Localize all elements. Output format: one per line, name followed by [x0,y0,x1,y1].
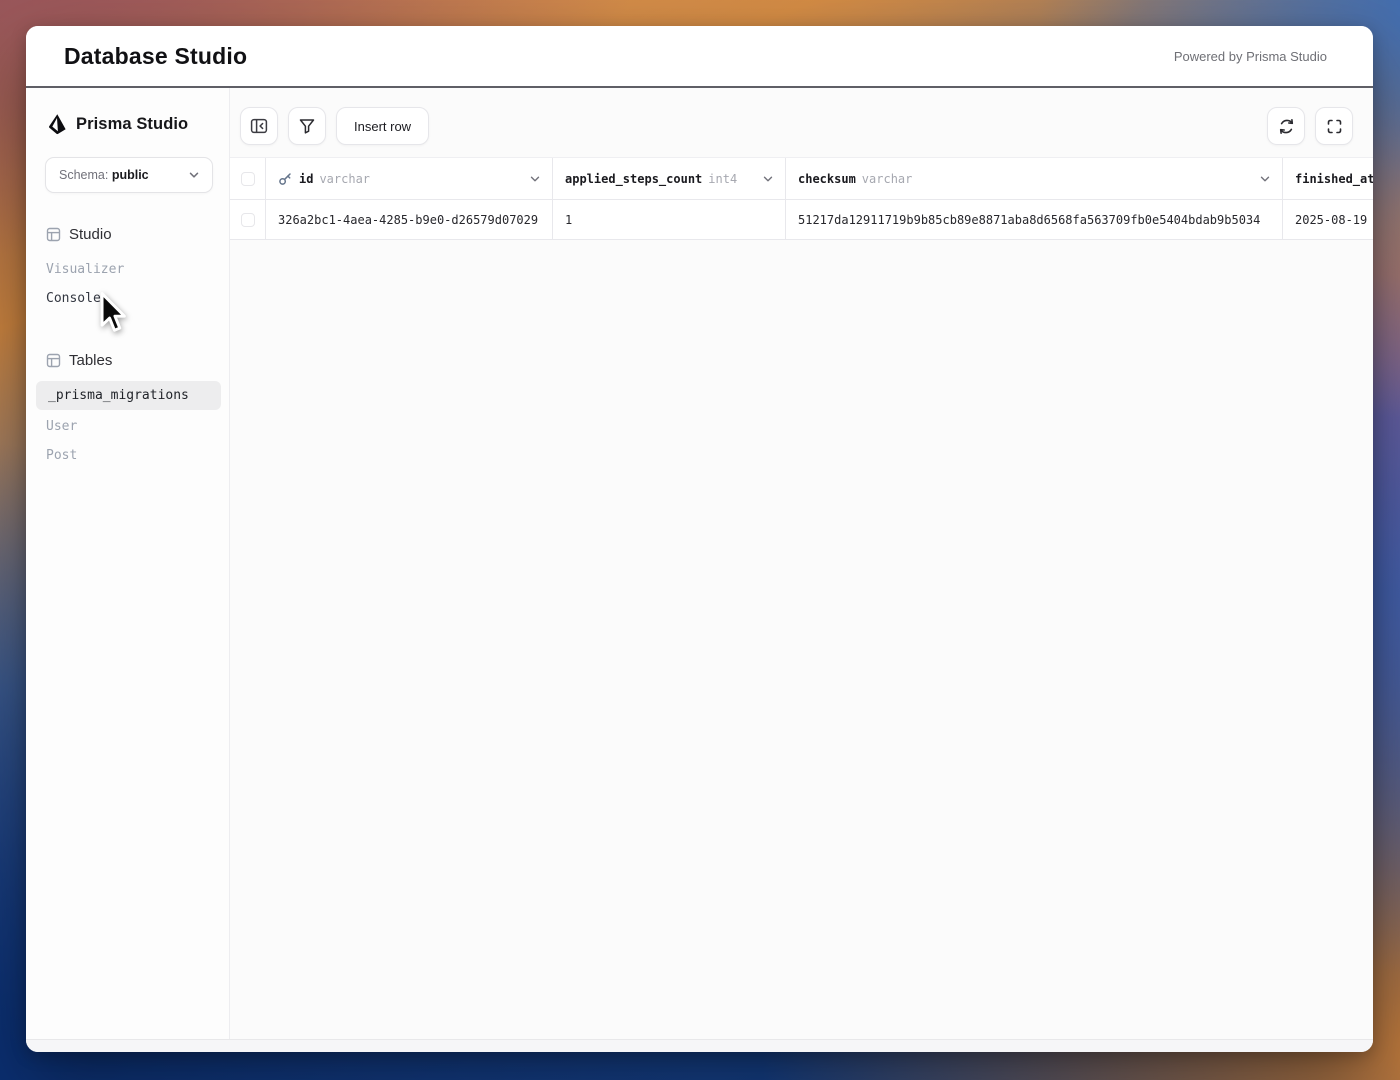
column-name: id [299,172,313,186]
fullscreen-icon [1326,118,1343,135]
sidebar-item-post[interactable]: Post [26,441,229,470]
chevron-down-icon[interactable] [761,172,775,186]
column-name: finished_at [1295,172,1373,186]
column-header-finished-at[interactable]: finished_at [1283,158,1373,200]
column-header-checksum[interactable]: checksum varchar [786,158,1283,200]
sidebar-item-visualizer[interactable]: Visualizer [26,255,229,284]
app-window: Database Studio Powered by Prisma Studio… [26,26,1373,1052]
select-all-cell[interactable] [230,158,266,200]
fullscreen-button[interactable] [1315,107,1353,145]
mouse-cursor [96,291,130,340]
filter-button[interactable] [288,107,326,145]
row-select-cell[interactable] [230,200,266,240]
chevron-down-icon[interactable] [1258,172,1272,186]
chevron-down-icon[interactable] [528,172,542,186]
chevron-down-icon [187,168,201,182]
cell-checksum[interactable]: 51217da12911719b9b85cb89e8871aba8d6568fa… [786,200,1283,240]
column-type: int4 [708,172,737,186]
sidebar-item-prisma-migrations[interactable]: _prisma_migrations [36,381,221,410]
schema-label: Schema: [59,168,108,182]
schema-select[interactable]: Schema: public [45,157,213,193]
toolbar: Insert row [230,88,1373,145]
refresh-icon [1278,118,1295,135]
prisma-logo-icon [46,113,67,136]
section-label: Tables [69,352,112,369]
sidebar-item-user[interactable]: User [26,412,229,441]
cell-finished-at[interactable]: 2025-08-19 [1283,200,1373,240]
section-header-studio: Studio [26,223,229,245]
main-content: Insert row [230,88,1373,1039]
column-name: checksum [798,172,856,186]
row-checkbox[interactable] [241,213,255,227]
column-type: varchar [319,172,370,186]
brand: Prisma Studio [26,110,229,138]
grid-icon [46,227,61,242]
column-header-applied-steps-count[interactable]: applied_steps_count int4 [553,158,786,200]
column-header-id[interactable]: id varchar [266,158,553,200]
filter-icon [298,117,316,135]
powered-by-label: Powered by Prisma Studio [1174,49,1327,64]
panel-collapse-icon [250,117,268,135]
section-header-tables: Tables [26,349,229,371]
sidebar: Prisma Studio Schema: public Studio Visu… [26,88,230,1039]
refresh-button[interactable] [1267,107,1305,145]
table-header-row: id varchar applied_steps_count int4 [230,158,1373,200]
data-table: id varchar applied_steps_count int4 [230,157,1373,240]
schema-value: public [112,168,149,182]
cell-id[interactable]: 326a2bc1-4aea-4285-b9e0-d26579d07029 [266,200,553,240]
column-name: applied_steps_count [565,172,702,186]
grid-icon [46,353,61,368]
section-label: Studio [69,226,112,243]
select-all-checkbox[interactable] [241,172,255,186]
key-icon [278,172,292,186]
column-type: varchar [862,172,913,186]
table-row[interactable]: 326a2bc1-4aea-4285-b9e0-d26579d07029 1 5… [230,200,1373,240]
cell-applied-steps-count[interactable]: 1 [553,200,786,240]
window-footer [26,1039,1373,1052]
window-header: Database Studio Powered by Prisma Studio [26,26,1373,88]
insert-row-button[interactable]: Insert row [336,107,429,145]
collapse-sidebar-button[interactable] [240,107,278,145]
brand-label: Prisma Studio [76,115,188,134]
page-title: Database Studio [64,43,247,70]
